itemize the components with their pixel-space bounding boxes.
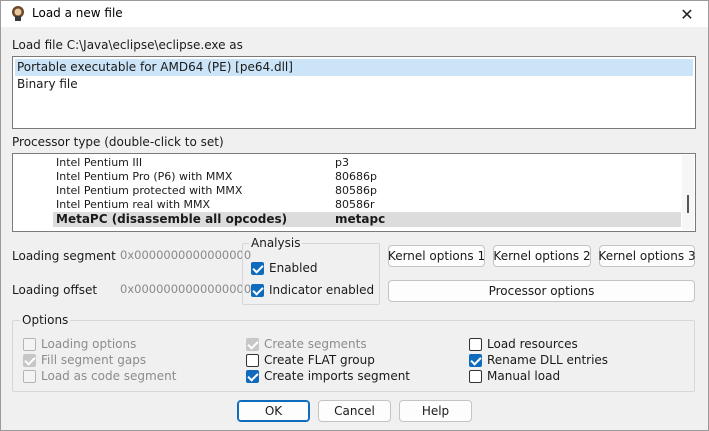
options-group-title: Options [20,313,71,327]
load-as-code-segment-checkbox[interactable]: Load as code segment [23,368,176,384]
checkbox-label: Rename DLL entries [487,353,609,367]
processor-name: MetaPC (disassemble all opcodes) [56,212,288,226]
analysis-group-title: Analysis [249,236,303,250]
close-icon: ✕ [680,4,694,24]
checkbox-label: Load resources [487,337,578,351]
processor-row[interactable]: Intel Pentium real with MMX 80586r [53,198,681,212]
create-imports-segment-checkbox[interactable]: Create imports segment [246,368,410,384]
help-button[interactable]: Help [399,400,472,422]
processor-code: 80586r [335,198,375,211]
checkbox-icon [251,283,264,297]
checkbox-icon [469,337,482,351]
processor-type-label: Processor type (double-click to set) [12,135,224,149]
checkbox-icon [469,353,482,367]
checkbox-icon [23,337,36,351]
button-label: OK [264,404,283,418]
window-title: Load a new file [32,6,123,20]
checkbox-icon [246,353,259,367]
manual-load-checkbox[interactable]: Manual load [469,368,560,384]
checkbox-icon [23,369,36,383]
kernel-options-1-button[interactable]: Kernel options 1 [388,245,485,267]
load-file-label: Load file C:\Java\eclipse\eclipse.exe as [12,38,243,52]
loading-offset-field: 0x0000000000000000 [118,278,251,300]
indicator-enabled-label: Indicator enabled [269,283,375,297]
processor-row[interactable]: Intel Pentium protected with MMX 80586p [53,184,681,198]
loading-offset-value: 0x0000000000000000 [120,282,252,296]
indicator-enabled-checkbox[interactable]: Indicator enabled [251,282,374,298]
loading-segment-value: 0x0000000000000000 [120,248,252,262]
checkbox-icon [246,337,259,351]
processor-name: Intel Pentium III [56,156,143,169]
analysis-enabled-checkbox[interactable]: Enabled [251,260,318,276]
loading-segment-label: Loading segment [12,249,116,263]
fill-segment-gaps-checkbox[interactable]: Fill segment gaps [23,352,146,368]
app-icon [10,5,26,21]
loading-options-checkbox[interactable]: Loading options [23,336,136,352]
load-resources-checkbox[interactable]: Load resources [469,336,578,352]
processor-options-button[interactable]: Processor options [388,280,695,302]
processor-name: Intel Pentium real with MMX [56,198,211,211]
processor-row[interactable]: Intel Pentium III p3 [53,156,681,170]
create-segments-checkbox[interactable]: Create segments [246,336,367,352]
checkbox-label: Create FLAT group [264,353,375,367]
format-item-label: Portable executable for AMD64 (PE) [pe64… [17,60,293,74]
create-flat-group-checkbox[interactable]: Create FLAT group [246,352,375,368]
processor-name: Intel Pentium protected with MMX [56,184,243,197]
processor-list-scrollbar[interactable] [682,155,694,230]
format-item-pe64[interactable]: Portable executable for AMD64 (PE) [pe64… [15,59,693,76]
rename-dll-entries-checkbox[interactable]: Rename DLL entries [469,352,608,368]
button-label: Help [421,404,450,418]
checkbox-label: Create imports segment [264,369,411,383]
checkbox-label: Fill segment gaps [41,353,147,367]
checkbox-label: Load as code segment [41,369,177,383]
loading-offset-label: Loading offset [12,283,98,297]
processor-name: Intel Pentium Pro (P6) with MMX [56,170,233,183]
processor-row[interactable]: Intel Pentium Pro (P6) with MMX 80686p [53,170,681,184]
processor-list[interactable]: Intel Pentium III p3 Intel Pentium Pro (… [12,153,696,232]
title-bar: Load a new file ✕ [1,1,708,27]
button-label: Processor options [488,284,595,298]
checkbox-label: Loading options [41,337,137,351]
checkbox-icon [23,353,36,367]
kernel-options-2-button[interactable]: Kernel options 2 [493,245,591,267]
ok-button[interactable]: OK [237,400,310,422]
kernel-options-3-button[interactable]: Kernel options 3 [598,245,696,267]
close-button[interactable]: ✕ [672,3,702,25]
format-item-label: Binary file [17,77,78,91]
scrollbar-thumb[interactable] [687,195,689,213]
button-label: Kernel options 3 [598,249,696,263]
processor-code: metapc [335,212,386,226]
analysis-enabled-label: Enabled [269,261,318,275]
checkbox-icon [246,369,259,383]
format-item-binary[interactable]: Binary file [15,76,693,93]
processor-code: 80686p [335,170,377,183]
processor-code: 80586p [335,184,377,197]
checkbox-icon [251,261,264,275]
cancel-button[interactable]: Cancel [318,400,391,422]
processor-code: p3 [335,156,349,169]
file-format-list[interactable]: Portable executable for AMD64 (PE) [pe64… [12,56,696,129]
button-label: Kernel options 1 [387,249,486,263]
button-label: Cancel [334,404,375,418]
checkbox-icon [469,369,482,383]
button-label: Kernel options 2 [493,249,591,263]
processor-row-selected[interactable]: MetaPC (disassemble all opcodes) metapc [53,212,681,227]
loading-segment-field: 0x0000000000000000 [118,244,251,266]
load-file-dialog: Load a new file ✕ Load file C:\Java\ecli… [0,0,709,431]
checkbox-label: Manual load [487,369,561,383]
checkbox-label: Create segments [264,337,367,351]
